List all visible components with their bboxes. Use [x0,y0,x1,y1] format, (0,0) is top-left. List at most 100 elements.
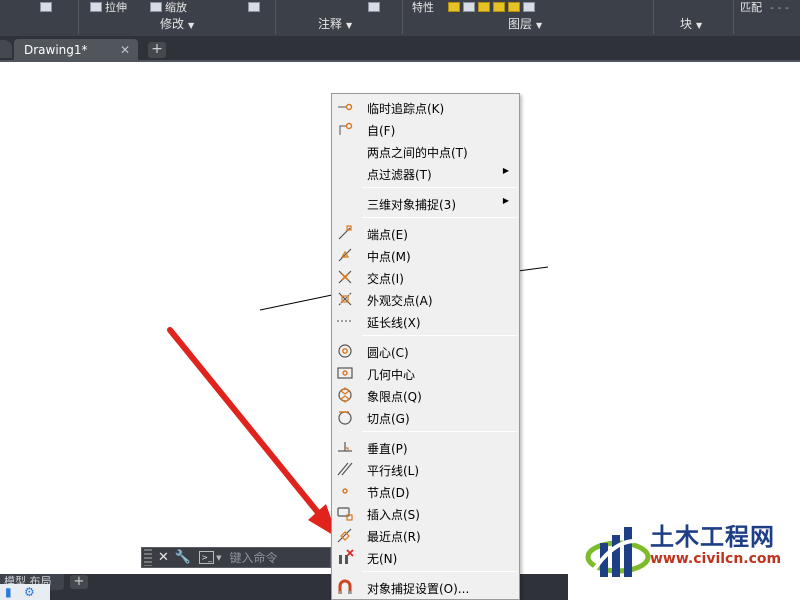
menu-item-label: 象限点(Q) [367,390,422,404]
menu-item-label: 平行线(L) [367,464,420,478]
layer-freeze-icon[interactable] [478,2,490,12]
center-icon [336,343,354,359]
menu-item[interactable]: 自(F) [332,118,519,140]
submenu-arrow-icon: ▶ [502,196,509,205]
match-label: 匹配 [740,1,762,14]
gear-icon[interactable]: ⚙ [24,585,35,599]
drawn-line[interactable] [259,294,333,311]
submenu-arrow-icon: ▶ [502,166,509,175]
wrench-icon[interactable]: 🔧 [175,550,191,565]
stretch-button[interactable]: 拉伸 [90,0,127,14]
layer-lock-icon[interactable] [493,2,505,12]
menu-separator [362,187,517,188]
menu-item-label: 端点(E) [367,228,408,242]
tab-drawing1-label: Drawing1* [24,43,88,57]
menu-item[interactable]: 最近点(R) [332,524,519,546]
add-layout-button[interactable]: + [70,575,88,589]
scale-button[interactable]: 缩放 [150,0,187,14]
menu-item-label: 延长线(X) [367,316,421,330]
close-icon[interactable]: ✕ [158,550,169,565]
intersection-icon [336,269,354,285]
menu-item[interactable]: 平行线(L) [332,458,519,480]
panel-block[interactable]: 块 ▼ [680,15,702,33]
close-icon[interactable]: ✕ [120,39,130,62]
match-button[interactable]: 匹配 - - - [740,0,789,15]
menu-item-label: 几何中心 [367,368,416,382]
tab-bar-handle[interactable] [0,40,12,58]
panel-modify[interactable]: 修改 ▼ [160,15,194,33]
menu-item-label: 两点之间的中点(T) [367,146,468,160]
insertion-icon [336,505,354,521]
drag-handle[interactable] [144,549,152,566]
menu-item[interactable]: 延长线(X) [332,310,519,332]
table-button[interactable] [368,0,383,14]
menu-item[interactable]: 几何中心 [332,362,519,384]
panel-layers-label: 图层 [508,17,533,31]
menu-item[interactable]: 节点(D) [332,480,519,502]
stretch-icon [90,2,102,12]
menu-item[interactable]: 对象捕捉设置(O)... [332,576,519,598]
offset-button[interactable] [248,0,263,14]
tangent-icon [336,409,354,425]
command-prompt-icon[interactable]: >_ [199,551,215,564]
linetype-icon: - - - [770,0,789,14]
red-arrow-annotation [167,327,338,538]
command-input[interactable] [229,550,320,565]
scale-icon [150,2,162,12]
chevron-down-icon: ▼ [536,21,543,30]
panel-layers[interactable]: 图层 ▼ [508,15,542,33]
menu-item[interactable]: 点过滤器(T) ▶ [332,162,519,184]
menu-item[interactable]: 外观交点(A) [332,288,519,310]
customize-icon[interactable]: ▮ [5,585,16,599]
menu-item[interactable]: 无(N) [332,546,519,568]
menu-item[interactable]: 端点(E) [332,222,519,244]
menu-separator [362,335,517,336]
panel-annotation[interactable]: 注释 ▼ [318,15,352,33]
menu-item[interactable]: 交点(I) [332,266,519,288]
stretch-label: 拉伸 [105,1,127,14]
menu-separator [362,571,517,572]
ribbon-separator [402,0,403,34]
drawn-line[interactable] [517,266,549,272]
menu-item[interactable]: 切点(G) [332,406,519,428]
properties-label: 特性 [412,1,434,14]
menu-item-label: 圆心(C) [367,346,409,360]
menu-item[interactable]: 插入点(S) [332,502,519,524]
quadrant-icon [336,387,354,403]
menu-item[interactable]: 中点(M) [332,244,519,266]
layer-off-icon[interactable] [448,2,460,12]
ribbon-separator [275,0,276,34]
menu-item-label: 切点(G) [367,412,410,426]
menu-item-label: 临时追踪点(K) [367,102,445,116]
menu-item[interactable]: 象限点(Q) [332,384,519,406]
chevron-down-icon: ▼ [696,21,703,30]
object-snap-context-menu: 临时追踪点(K) 自(F) 两点之间的中点(T) 点过滤器(T) ▶ 三维对象捕捉(3) ▶… [331,93,520,600]
layer-tools [448,0,538,14]
menu-item-label: 无(N) [367,552,398,566]
menu-item-label: 垂直(P) [367,442,408,456]
menu-item[interactable]: 临时追踪点(K) [332,96,519,118]
layer-walk-icon[interactable] [523,2,535,12]
menu-item[interactable]: 三维对象捕捉(3) ▶ [332,192,519,214]
extension-icon [336,313,354,329]
properties-button[interactable]: 特性 [412,0,434,14]
ribbon-tools-left [40,0,55,14]
chevron-down-icon: ▼ [188,21,195,30]
new-tab-button[interactable]: + [148,42,166,58]
perpendicular-icon [336,439,354,455]
apparent-intersection-icon [336,291,354,307]
layer-isolate-icon[interactable] [463,2,475,12]
menu-item[interactable]: 两点之间的中点(T) [332,140,519,162]
watermark-url: www.civilcn.com [650,551,782,567]
array-tool-icon[interactable] [40,2,52,12]
ribbon-separator [653,0,654,34]
blank-icon [336,165,354,181]
menu-item[interactable]: 垂直(P) [332,436,519,458]
menu-item-label: 自(F) [367,124,396,138]
layer-match-icon[interactable] [508,2,520,12]
menu-item[interactable]: 圆心(C) [332,340,519,362]
watermark: 土木工程网 www.civilcn.com [568,505,800,600]
chevron-down-icon[interactable]: ▼ [216,554,221,562]
command-line: ✕ 🔧 >_ ▼ [141,547,331,568]
tab-drawing1[interactable]: Drawing1* ✕ [14,39,138,62]
